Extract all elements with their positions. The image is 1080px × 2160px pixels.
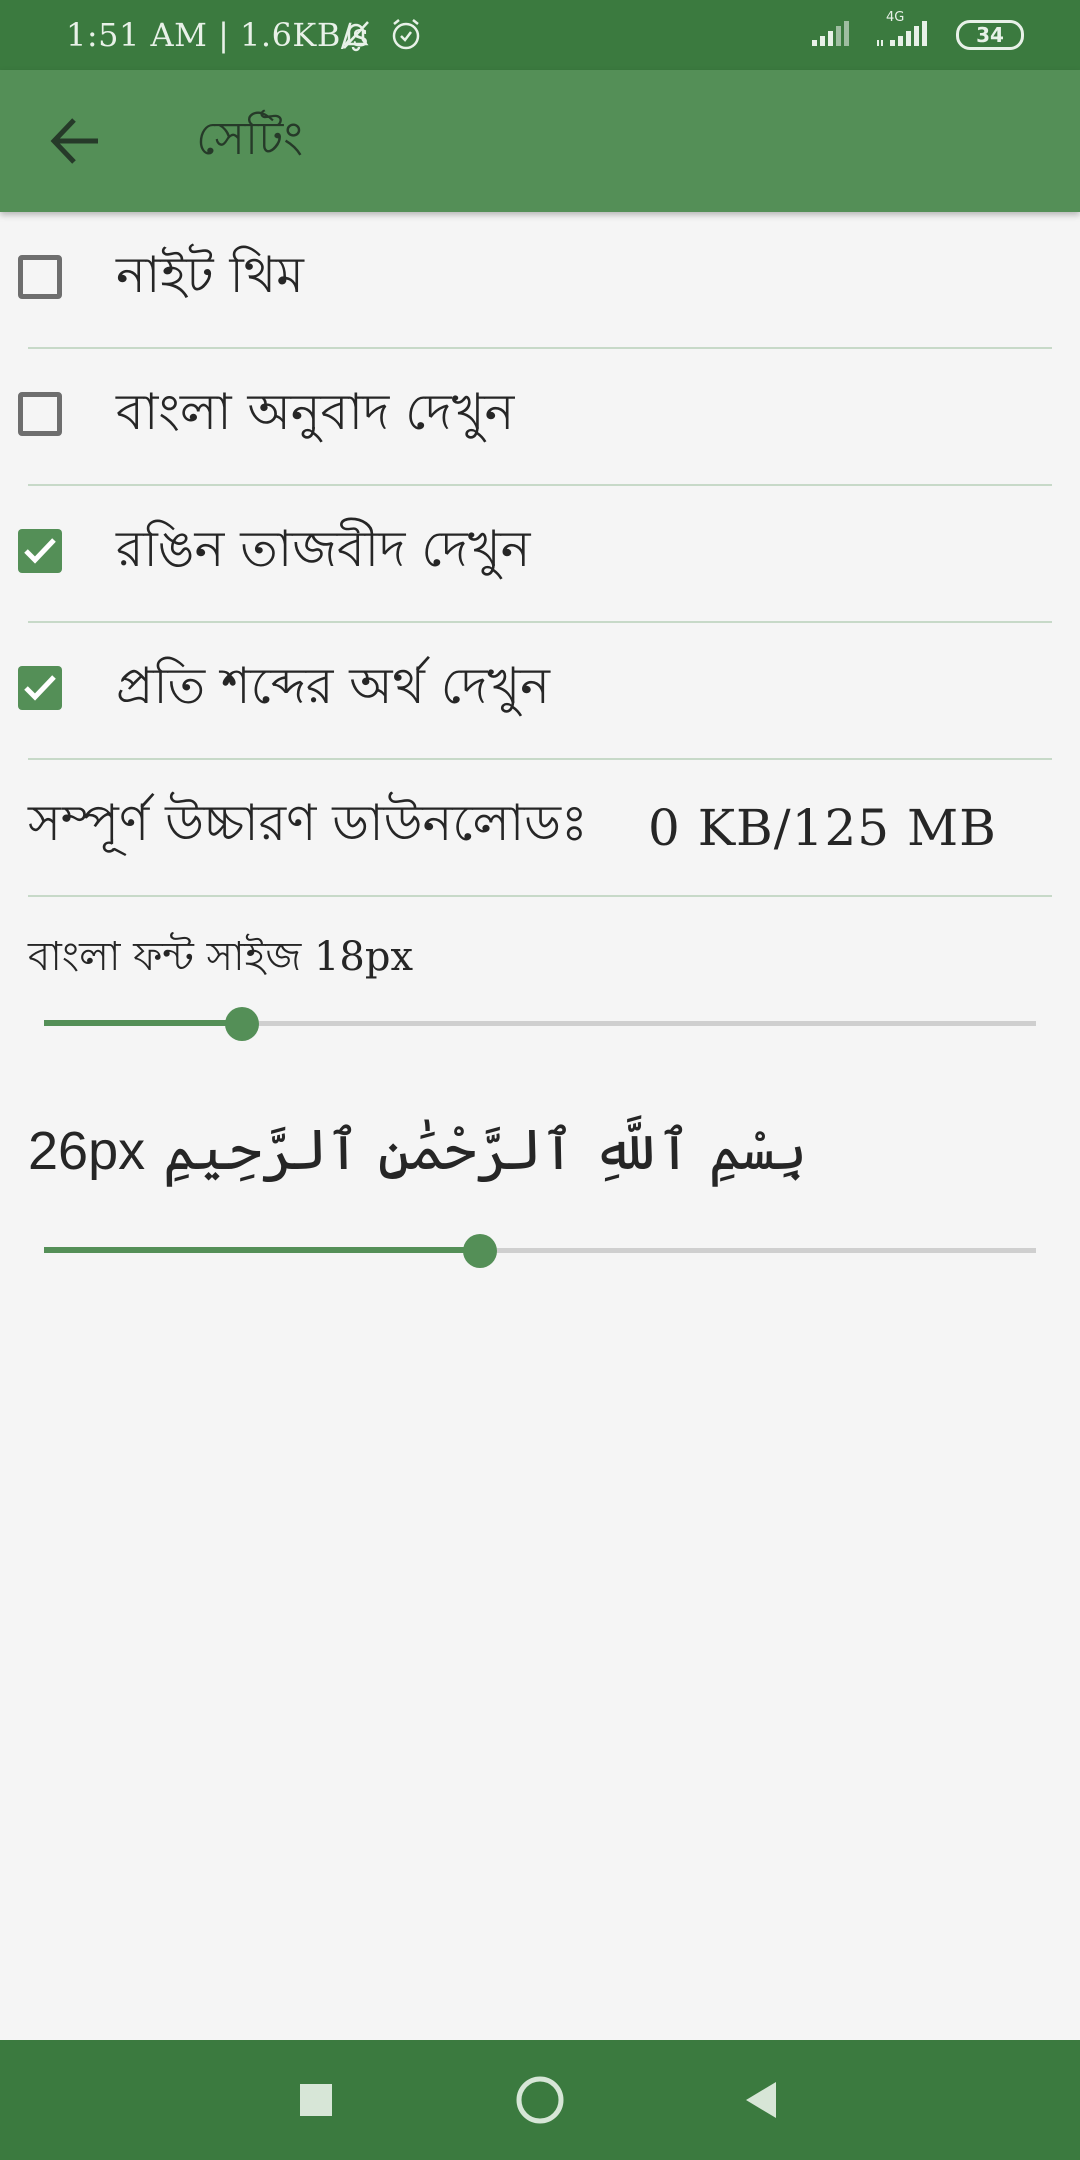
- download-progress-value: 0 KB/125 MB: [648, 798, 997, 857]
- battery-indicator: 34: [956, 20, 1024, 50]
- bangla-translation-checkbox[interactable]: [18, 392, 62, 436]
- system-nav-bar: [0, 2040, 1080, 2160]
- nav-back-button[interactable]: [740, 2078, 784, 2122]
- color-tajweed-checkbox[interactable]: [18, 529, 62, 573]
- slider-fill: [44, 1020, 243, 1026]
- slider-thumb[interactable]: [463, 1234, 498, 1268]
- signal-icon: [810, 18, 854, 52]
- setting-label: প্রতি শব্দের অর্থ দেখুন: [116, 657, 551, 715]
- app-bar: সেটিং: [0, 70, 1080, 212]
- signal-4g-icon: 4G: [876, 10, 934, 52]
- arabic-sample-text: بِسْمِ ٱللَّهِ ٱلرَّحْمَٰنِ ٱلرَّحِيمِ: [163, 1118, 808, 1183]
- arrow-back-icon: [50, 118, 98, 164]
- slider-fill: [44, 1247, 481, 1253]
- word-meaning-checkbox[interactable]: [18, 666, 62, 710]
- arabic-font-size-value: 26px: [28, 1120, 146, 1181]
- arabic-font-size-slider[interactable]: [44, 1230, 1036, 1270]
- bangla-font-size-label: বাংলা ফন্ট সাইজ 18px: [28, 925, 413, 992]
- notifications-off-icon: [338, 18, 374, 56]
- setting-label: নাইট থিম: [116, 246, 304, 304]
- checkmark-icon: [24, 675, 56, 701]
- setting-label: রঙিন তাজবীদ দেখুন: [116, 520, 531, 578]
- bangla-font-size-slider[interactable]: [44, 1003, 1036, 1043]
- bangla-font-size-value: 18px: [313, 934, 414, 980]
- back-button[interactable]: [40, 106, 110, 176]
- home-circle-icon: [516, 2076, 564, 2124]
- recents-square-icon: [300, 2084, 332, 2116]
- recents-button[interactable]: [294, 2078, 338, 2122]
- checkmark-icon: [24, 538, 56, 564]
- alarm-icon: [388, 18, 424, 56]
- bangla-font-label-text: বাংলা ফন্ট সাইজ: [28, 934, 302, 980]
- setting-night-theme[interactable]: নাইট থিম: [18, 212, 1052, 349]
- setting-color-tajweed[interactable]: রঙিন তাজবীদ দেখুন: [18, 486, 1052, 623]
- home-button[interactable]: [512, 2072, 568, 2128]
- setting-bangla-translation[interactable]: বাংলা অনুবাদ দেখুন: [18, 349, 1052, 486]
- network-type-label: 4G: [886, 10, 905, 25]
- status-icons-right: 4G 34: [810, 10, 1024, 52]
- page-title: সেটিং: [196, 111, 304, 165]
- download-label: সম্পূর্ণ উচ্চারণ ডাউনলোডঃ: [28, 794, 588, 852]
- setting-download-pronunciation[interactable]: সম্পূর্ণ উচ্চারণ ডাউনলোডঃ 0 KB/125 MB: [28, 760, 1052, 897]
- setting-word-meaning[interactable]: প্রতি শব্দের অর্থ দেখুন: [18, 623, 1052, 760]
- night-theme-checkbox[interactable]: [18, 255, 62, 299]
- status-bar: 1:51 AM | 1.6KB/s 4G 34: [0, 0, 1080, 70]
- arabic-font-size-preview: 26px بِسْمِ ٱللَّهِ ٱلرَّحْمَٰنِ ٱلرَّحِ…: [28, 1118, 807, 1183]
- status-icons-left: [338, 18, 424, 56]
- status-time-speed: 1:51 AM | 1.6KB/s: [66, 16, 370, 54]
- back-triangle-icon: [746, 2082, 776, 2118]
- setting-label: বাংলা অনুবাদ দেখুন: [116, 383, 515, 441]
- slider-thumb[interactable]: [225, 1007, 260, 1041]
- settings-list: নাইট থিম বাংলা অনুবাদ দেখুন রঙিন তাজবীদ …: [0, 212, 1080, 897]
